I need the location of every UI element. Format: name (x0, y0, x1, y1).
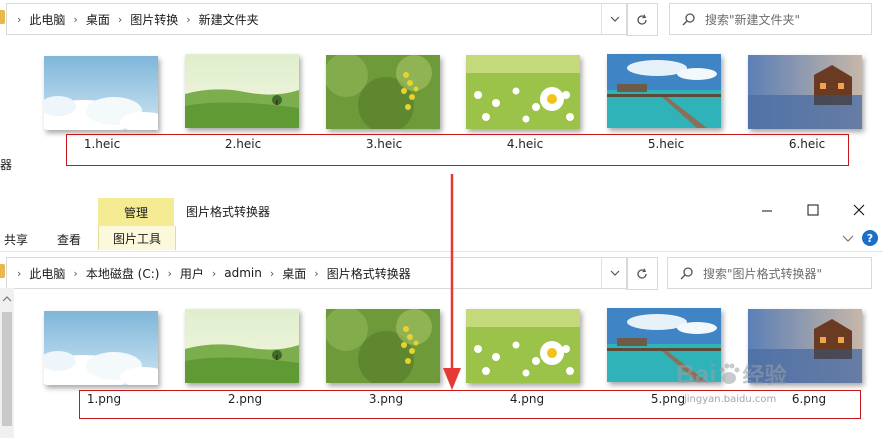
address-dropdown-button[interactable] (601, 258, 628, 288)
tab-share[interactable]: 共享 (4, 231, 28, 248)
file-thumbnail-sky[interactable] (44, 56, 158, 130)
watermark-url: jingyan.baidu.com (684, 394, 777, 405)
search-box[interactable]: 搜索"图片格式转换器" (667, 257, 872, 289)
chevron-up-icon (2, 296, 12, 302)
address-bar[interactable]: › 此电脑 › 桌面 › 图片转换 › 新建文件夹 (6, 3, 628, 35)
chevron-right-icon: › (73, 266, 78, 280)
refresh-icon (637, 268, 647, 279)
chevron-right-icon: › (211, 266, 217, 280)
breadcrumb-item[interactable]: 此电脑 (29, 265, 65, 282)
breadcrumb-item[interactable]: 图片转换 (130, 11, 178, 28)
watermark-brand: Bai (676, 358, 717, 389)
file-thumbnail-sky[interactable] (44, 311, 158, 385)
file-thumbnail-field[interactable] (185, 309, 299, 383)
explorer-window-heic: › 此电脑 › 桌面 › 图片转换 › 新建文件夹 搜索"新建文件夹" 器 1.… (0, 0, 883, 196)
watermark: Bai 经验 (676, 358, 786, 390)
ribbon-context-group[interactable]: 管理 (98, 198, 174, 226)
maximize-button[interactable] (790, 198, 836, 222)
refresh-icon (637, 14, 647, 25)
search-placeholder: 搜索"新建文件夹" (705, 12, 801, 27)
scrollbar-thumb[interactable] (2, 312, 12, 426)
nav-pane-scrollbar[interactable] (0, 288, 14, 438)
refresh-button[interactable] (626, 257, 658, 290)
search-placeholder: 搜索"图片格式转换器" (703, 266, 823, 281)
search-icon (682, 12, 695, 26)
folder-icon (0, 10, 5, 24)
chevron-right-icon: › (117, 12, 123, 26)
breadcrumb-item[interactable]: 图片格式转换器 (327, 265, 411, 282)
watermark-cn: 经验 (742, 364, 787, 389)
chevron-right-icon: › (167, 266, 172, 280)
refresh-button[interactable] (626, 3, 658, 36)
breadcrumb-item[interactable]: 桌面 (282, 265, 306, 282)
nav-pane-fragment: 器 (0, 158, 13, 172)
chevron-right-icon: › (73, 12, 78, 26)
file-thumbnail-flowers[interactable] (326, 55, 440, 129)
highlight-box (66, 134, 849, 166)
address-dropdown-button[interactable] (601, 4, 628, 34)
search-box[interactable]: 搜索"新建文件夹" (669, 3, 872, 35)
chevron-down-icon (610, 270, 620, 276)
conversion-arrow-icon (443, 174, 461, 390)
chevron-right-icon: › (17, 266, 22, 280)
file-thumbnail-pier[interactable] (607, 54, 721, 128)
file-thumbnail-field[interactable] (185, 54, 299, 128)
help-icon[interactable]: ? (862, 230, 878, 246)
chevron-right-icon: › (269, 266, 275, 280)
breadcrumb: › 此电脑 › 本地磁盘 (C:) › 用户 › admin › 桌面 › 图片… (17, 258, 411, 288)
close-button[interactable] (836, 198, 882, 222)
search-icon (680, 266, 693, 280)
minimize-icon (762, 210, 772, 212)
chevron-down-icon (842, 235, 854, 242)
paw-icon (719, 363, 740, 384)
tab-picture-tools[interactable]: 图片工具 (98, 226, 176, 250)
chevron-right-icon: › (314, 266, 319, 280)
breadcrumb-item[interactable]: 本地磁盘 (C:) (86, 265, 160, 282)
chevron-right-icon: › (17, 12, 22, 26)
minimize-button[interactable] (744, 198, 790, 222)
address-bar[interactable]: › 此电脑 › 本地磁盘 (C:) › 用户 › admin › 桌面 › 图片… (6, 257, 628, 289)
breadcrumb: › 此电脑 › 桌面 › 图片转换 › 新建文件夹 (17, 4, 259, 34)
breadcrumb-item[interactable]: 桌面 (86, 11, 110, 28)
breadcrumb-item[interactable]: 新建文件夹 (199, 11, 259, 28)
close-icon (853, 204, 865, 216)
folder-icon (0, 264, 5, 278)
breadcrumb-item[interactable]: 此电脑 (29, 11, 65, 28)
maximize-icon (807, 204, 819, 216)
chevron-down-icon (610, 16, 620, 22)
file-thumbnail-daisies[interactable] (466, 309, 580, 383)
breadcrumb-item[interactable]: 用户 (180, 265, 204, 282)
chevron-right-icon: › (186, 12, 191, 26)
file-thumbnail-flowers[interactable] (326, 309, 440, 383)
file-thumbnail-daisies[interactable] (466, 55, 580, 129)
file-thumbnail-boathouse[interactable] (748, 55, 862, 129)
ribbon-expand-button[interactable] (842, 232, 854, 246)
window-title: 图片格式转换器 (186, 205, 271, 219)
breadcrumb-item[interactable]: admin (224, 266, 262, 280)
tab-view[interactable]: 查看 (57, 231, 81, 248)
